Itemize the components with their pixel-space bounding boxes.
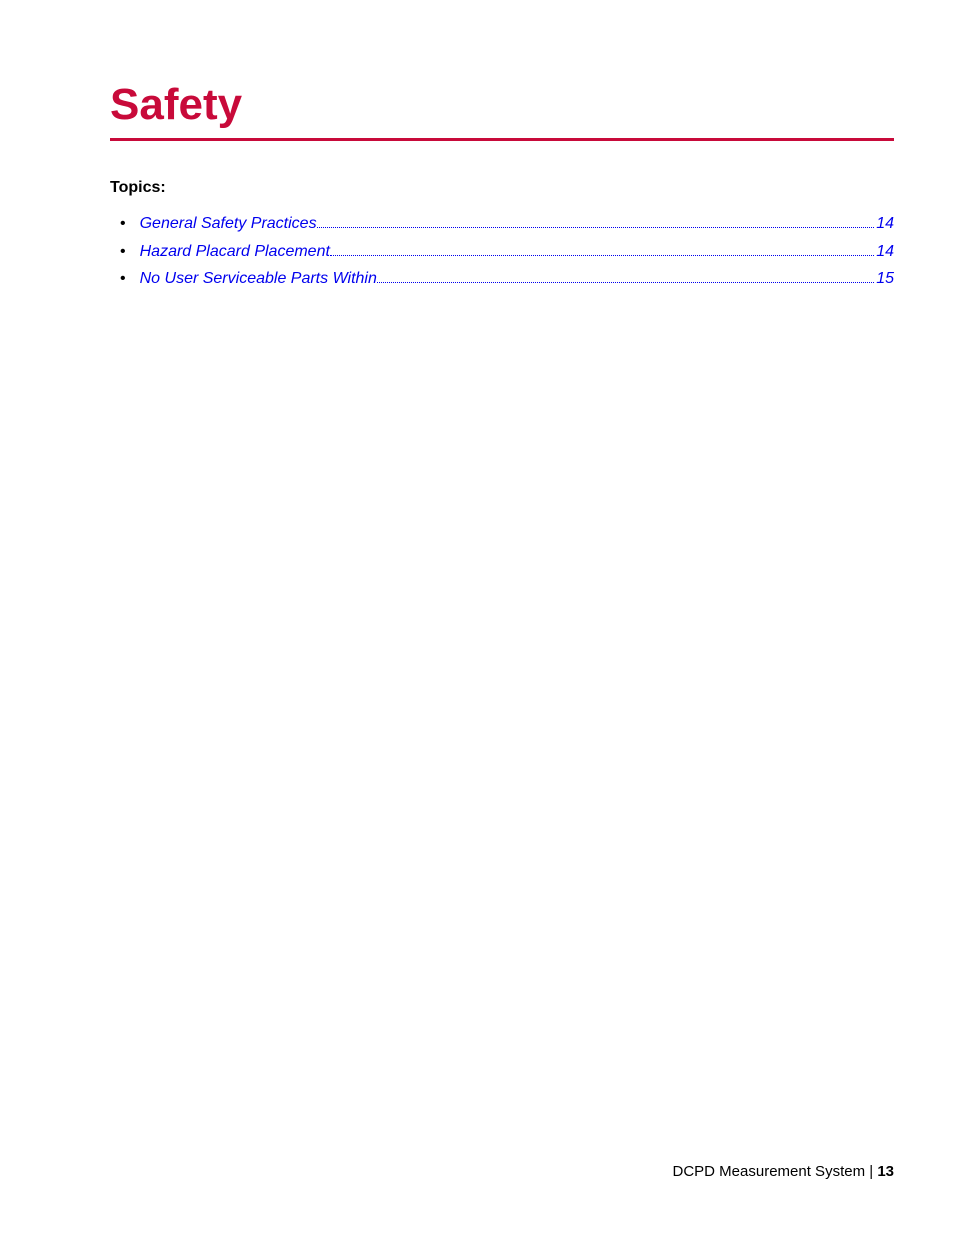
footer-doc-name: DCPD Measurement System: [673, 1163, 866, 1180]
toc-page-number[interactable]: 14: [876, 239, 894, 265]
topics-label: Topics:: [110, 179, 894, 197]
toc-list: • General Safety Practices 14 • Hazard P…: [110, 211, 894, 292]
toc-leader-dots: [330, 255, 874, 256]
page-footer: DCPD Measurement System | 13: [673, 1163, 894, 1180]
toc-leader-dots: [377, 282, 874, 283]
toc-item: • General Safety Practices 14: [120, 211, 894, 237]
toc-item: • No User Serviceable Parts Within 15: [120, 266, 894, 292]
toc-link-no-user-serviceable[interactable]: No User Serviceable Parts Within: [140, 266, 377, 292]
bullet-icon: •: [120, 239, 126, 265]
toc-page-number[interactable]: 15: [876, 266, 894, 292]
bullet-icon: •: [120, 211, 126, 237]
footer-separator: |: [865, 1163, 877, 1180]
toc-link-hazard-placard[interactable]: Hazard Placard Placement: [140, 239, 330, 265]
toc-link-general-safety[interactable]: General Safety Practices: [140, 211, 317, 237]
document-page: Safety Topics: • General Safety Practice…: [0, 0, 954, 1235]
chapter-title: Safety: [110, 80, 894, 141]
footer-page-number: 13: [877, 1163, 894, 1180]
toc-page-number[interactable]: 14: [876, 211, 894, 237]
toc-leader-dots: [317, 227, 875, 228]
bullet-icon: •: [120, 266, 126, 292]
toc-item: • Hazard Placard Placement 14: [120, 239, 894, 265]
